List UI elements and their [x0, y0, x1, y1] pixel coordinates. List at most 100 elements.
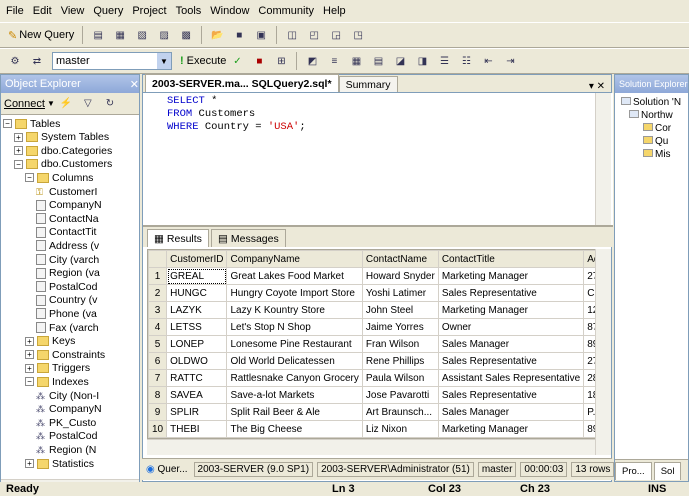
- table-cell[interactable]: Owner: [437, 318, 585, 336]
- table-cell[interactable]: HUNGC: [166, 284, 228, 302]
- save-icon[interactable]: ■: [230, 27, 248, 43]
- solution-item[interactable]: Mis: [621, 149, 688, 162]
- column-header[interactable]: ContactName: [361, 250, 439, 268]
- table-cell[interactable]: Fran Wilson: [361, 335, 439, 353]
- table-cell[interactable]: Great Lakes Food Market: [226, 267, 363, 285]
- table-cell[interactable]: The Big Cheese: [226, 420, 363, 438]
- tree-item[interactable]: Phone (va: [36, 307, 97, 320]
- results-vertical-scrollbar[interactable]: [595, 249, 611, 455]
- tree-item[interactable]: ⁂ PostalCod: [36, 430, 97, 443]
- table-cell[interactable]: Sales Manager: [437, 335, 585, 353]
- solution-item[interactable]: Northw: [621, 110, 688, 123]
- collapse-icon[interactable]: −: [3, 119, 12, 128]
- table-cell[interactable]: LONEP: [166, 335, 228, 353]
- tree-item[interactable]: Region (va: [36, 267, 100, 280]
- tree-item[interactable]: + Statistics: [25, 457, 94, 470]
- column-header[interactable]: CustomerID: [166, 250, 228, 268]
- execute-button[interactable]: ! Execute: [180, 55, 226, 67]
- table-row[interactable]: 9 SPLIR Split Rail Beer & Ale Art Braunsch.…: [148, 403, 596, 421]
- row-number[interactable]: 7: [148, 369, 168, 387]
- close-icon[interactable]: ✕: [130, 78, 139, 91]
- menu-item-tools[interactable]: Tools: [176, 5, 202, 17]
- include-plan-icon[interactable]: ◪: [391, 53, 409, 69]
- menu-item-community[interactable]: Community: [258, 5, 314, 17]
- tree-item[interactable]: − Columns: [25, 171, 93, 184]
- table-cell[interactable]: Yoshi Latimer: [361, 284, 439, 302]
- table-cell[interactable]: Paula Wilson: [361, 369, 439, 387]
- row-number[interactable]: 8: [148, 386, 168, 404]
- save-all-icon[interactable]: ▣: [252, 27, 270, 43]
- row-number[interactable]: 4: [148, 318, 168, 336]
- table-cell[interactable]: Let's Stop N Shop: [226, 318, 363, 336]
- table-row[interactable]: 4 LETSS Let's Stop N Shop Jaime Yorres Owner…: [148, 318, 596, 336]
- table-cell[interactable]: LAZYK: [166, 301, 228, 319]
- tree-item[interactable]: + dbo.Categories: [14, 144, 112, 157]
- editor-vertical-scrollbar[interactable]: [595, 93, 611, 225]
- disconnect-icon[interactable]: ⚡: [57, 96, 75, 112]
- mdx-query-icon[interactable]: ▧: [133, 27, 151, 43]
- table-cell[interactable]: Rattlesnake Canyon Grocery: [226, 369, 363, 387]
- table-cell[interactable]: Assistant Sales Representative: [437, 369, 585, 387]
- tree-item[interactable]: Address (v: [36, 239, 99, 252]
- table-cell[interactable]: Howard Snyder: [361, 267, 439, 285]
- object-explorer-icon[interactable]: ◰: [305, 27, 323, 43]
- table-cell[interactable]: Jaime Yorres: [361, 318, 439, 336]
- tree-item[interactable]: ⁂ CompanyN: [36, 403, 102, 416]
- tab-summary[interactable]: Summary: [338, 76, 398, 92]
- table-cell[interactable]: RATTC: [166, 369, 228, 387]
- table-cell[interactable]: Lonesome Pine Restaurant: [226, 335, 363, 353]
- tree-item[interactable]: ⚿ CustomerI: [36, 185, 97, 198]
- tree-item[interactable]: + Keys: [25, 335, 75, 348]
- table-cell[interactable]: Liz Nixon: [361, 420, 439, 438]
- tree-item[interactable]: − Indexes: [25, 375, 89, 388]
- tree-item[interactable]: PostalCod: [36, 280, 97, 293]
- table-row[interactable]: 7 RATTC Rattlesnake Canyon Grocery Paula Wi…: [148, 369, 596, 387]
- comment-icon[interactable]: ☰: [435, 53, 453, 69]
- expand-icon[interactable]: +: [25, 363, 34, 373]
- tree-item[interactable]: ⁂ City (Non-I: [36, 389, 99, 402]
- table-cell[interactable]: Sales Representative: [437, 386, 585, 404]
- table-cell[interactable]: SAVEA: [166, 386, 228, 404]
- table-cell[interactable]: Sales Representative: [437, 352, 585, 370]
- uncomment-icon[interactable]: ☷: [457, 53, 475, 69]
- table-cell[interactable]: Save-a-lot Markets: [226, 386, 363, 404]
- expand-icon[interactable]: +: [14, 146, 23, 156]
- row-number[interactable]: 2: [148, 284, 168, 302]
- tree-item[interactable]: + System Tables: [14, 131, 109, 144]
- row-number[interactable]: 10: [148, 420, 168, 438]
- table-cell[interactable]: Sales Representative: [437, 284, 585, 302]
- registered-servers-icon[interactable]: ◫: [283, 27, 301, 43]
- menu-item-file[interactable]: File: [6, 5, 24, 17]
- menu-item-project[interactable]: Project: [132, 5, 166, 17]
- row-number[interactable]: 5: [148, 335, 168, 353]
- table-cell[interactable]: Marketing Manager: [437, 301, 585, 319]
- filter-icon[interactable]: ▽: [79, 96, 97, 112]
- table-cell[interactable]: Sales Manager: [437, 403, 585, 421]
- collapse-icon[interactable]: −: [25, 173, 34, 183]
- results-to-text-icon[interactable]: ≡: [325, 53, 343, 69]
- table-row[interactable]: 3 LAZYK Lazy K Kountry Store John Steel Mark…: [148, 301, 596, 319]
- tab-messages[interactable]: ▤ Messages: [210, 229, 286, 247]
- column-header[interactable]: ContactTitle: [437, 250, 585, 268]
- collapse-icon[interactable]: −: [14, 159, 23, 169]
- solution-item[interactable]: Solution 'N: [621, 97, 688, 110]
- results-to-file-icon[interactable]: ▤: [369, 53, 387, 69]
- table-cell[interactable]: John Steel: [361, 301, 439, 319]
- refresh-icon[interactable]: ↻: [101, 96, 119, 112]
- tree-item[interactable]: Country (v: [36, 294, 97, 307]
- open-file-icon[interactable]: ▤: [89, 27, 107, 43]
- tree-item[interactable]: City (varch: [36, 253, 99, 266]
- outdent-icon[interactable]: ⇤: [479, 53, 497, 69]
- menu-item-view[interactable]: View: [61, 5, 85, 17]
- menu-item-edit[interactable]: Edit: [33, 5, 52, 17]
- xmla-query-icon[interactable]: ▩: [177, 27, 195, 43]
- row-header-corner[interactable]: [148, 250, 168, 268]
- menu-item-query[interactable]: Query: [93, 5, 123, 17]
- connect-button[interactable]: Connect: [4, 98, 45, 110]
- table-cell[interactable]: Lazy K Kountry Store: [226, 301, 363, 319]
- tab-solution[interactable]: Sol: [653, 461, 682, 480]
- tree-item[interactable]: + Constraints: [25, 348, 105, 361]
- parse-icon[interactable]: ✓: [228, 53, 246, 69]
- table-cell[interactable]: Split Rail Beer & Ale: [226, 403, 363, 421]
- row-number[interactable]: 1: [148, 267, 168, 285]
